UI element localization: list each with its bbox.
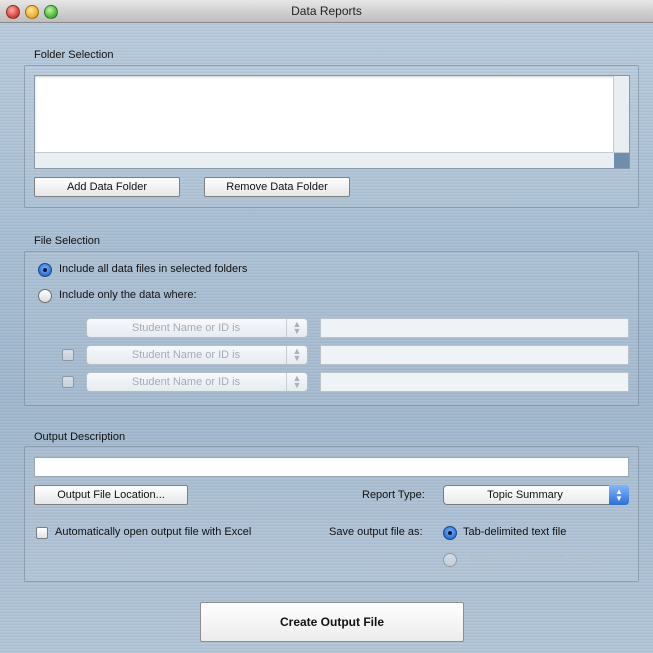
folder-list[interactable] [34,75,630,169]
criteria-value-field-3[interactable] [320,372,629,392]
output-file-location-button[interactable]: Output File Location... [34,485,188,505]
create-output-file-button[interactable]: Create Output File [200,602,464,642]
criteria-value-field-1[interactable] [320,318,629,338]
criteria-field-value-2: Student Name or ID is [131,349,241,361]
updown-arrows-icon: ▲ ▼ [286,373,307,391]
criteria-value-field-2[interactable] [320,345,629,365]
updown-arrows-icon: ▲ ▼ [609,485,629,505]
save-excel-radio[interactable] [443,553,457,567]
scroll-corner [614,153,629,168]
add-data-folder-button[interactable]: Add Data Folder [34,177,180,197]
criteria-field-select-2[interactable]: Student Name or ID is ▲ ▼ [86,345,308,365]
criteria-enable-checkbox-2[interactable] [62,349,74,361]
data-reports-window: Data Reports Folder Selection Add Data F… [0,0,653,653]
remove-data-folder-button[interactable]: Remove Data Folder [204,177,350,197]
window-title: Data Reports [291,4,362,18]
include-all-radio[interactable] [38,263,52,277]
save-tab-delimited-label: Tab-delimited text file [463,526,567,538]
criteria-enable-checkbox-3[interactable] [62,376,74,388]
folder-selection-heading: Folder Selection [34,49,114,61]
include-only-label: Include only the data where: [59,289,197,301]
output-description-input[interactable] [34,457,629,477]
updown-arrows-icon: ▲ ▼ [286,319,307,337]
report-type-label: Report Type: [362,489,425,501]
auto-open-excel-label: Automatically open output file with Exce… [55,526,252,538]
include-only-radio[interactable] [38,289,52,303]
folder-list-horizontal-scrollbar[interactable] [35,152,629,168]
save-excel-label: Excel 2004 Workbook (.xls) [463,553,597,565]
output-description-heading: Output Description [34,431,126,443]
save-as-label: Save output file as: [329,526,423,538]
report-type-select[interactable]: Topic Summary ▲ ▼ [443,485,629,505]
criteria-field-select-3[interactable]: Student Name or ID is ▲ ▼ [86,372,308,392]
criteria-field-select-1[interactable]: Student Name or ID is ▲ ▼ [86,318,308,338]
file-selection-heading: File Selection [34,235,101,247]
auto-open-excel-checkbox[interactable] [36,527,48,539]
criteria-field-value-3: Student Name or ID is [131,376,241,388]
criteria-field-value-1: Student Name or ID is [131,322,241,334]
report-type-value: Topic Summary [487,489,563,501]
include-all-label: Include all data files in selected folde… [59,263,248,275]
updown-arrows-icon: ▲ ▼ [286,346,307,364]
save-tab-delimited-radio[interactable] [443,526,457,540]
title-bar: Data Reports [0,0,653,23]
